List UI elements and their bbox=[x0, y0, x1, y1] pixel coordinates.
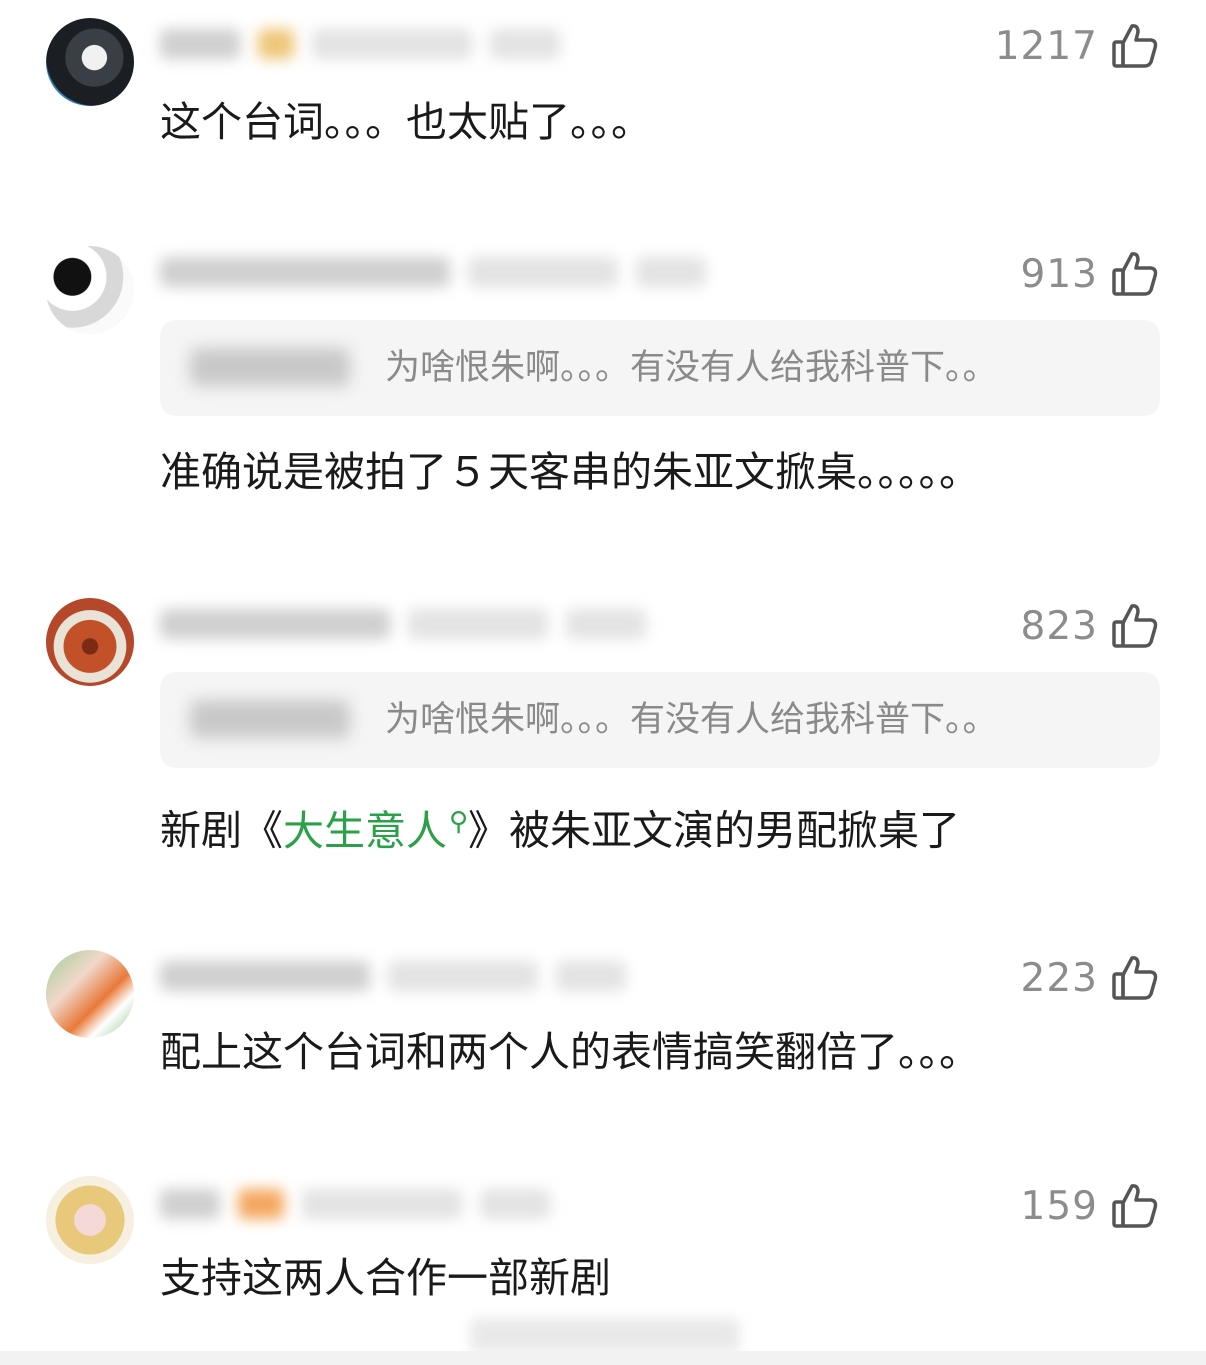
like-button[interactable]: 1217 bbox=[995, 16, 1160, 76]
username-blurred bbox=[160, 954, 626, 998]
comment-text-after: 》被朱亚文演的男配掀桌了 bbox=[468, 806, 961, 855]
quoted-text: 为啥恨朱啊。。。有没有人给我科普下。。 bbox=[385, 348, 998, 388]
avatar[interactable] bbox=[46, 246, 134, 334]
thumbs-up-icon bbox=[1112, 24, 1158, 68]
comment-text: 配上这个台词和两个人的表情搞笑翻倍了。。。 bbox=[160, 1028, 980, 1076]
thumbs-up-icon bbox=[1112, 604, 1158, 648]
avatar[interactable] bbox=[46, 18, 134, 106]
like-button[interactable]: 823 bbox=[1021, 596, 1160, 656]
like-button[interactable]: 223 bbox=[1021, 948, 1160, 1008]
like-count: 913 bbox=[1020, 251, 1098, 297]
comment-text: 新剧《大生意人⚲》被朱亚文演的男配掀桌了 bbox=[160, 792, 960, 861]
like-count: 159 bbox=[1020, 1183, 1098, 1229]
thumbs-up-icon bbox=[1112, 956, 1158, 1000]
avatar[interactable] bbox=[46, 1176, 134, 1264]
thumbs-up-icon bbox=[1112, 1184, 1158, 1228]
username-blurred bbox=[160, 602, 646, 646]
quoted-reply[interactable]: 为啥恨朱啊。。。有没有人给我科普下。。 bbox=[160, 320, 1160, 416]
avatar[interactable] bbox=[46, 598, 134, 686]
username-blurred bbox=[160, 22, 560, 66]
comment-text: 准确说是被拍了５天客串的朱亚文掀桌。。。。。 bbox=[160, 448, 980, 496]
comment-text: 这个台词。。。也太贴了。。。 bbox=[160, 98, 652, 146]
like-count: 1217 bbox=[994, 23, 1098, 69]
topic-link[interactable]: 大生意人⚲ bbox=[283, 807, 468, 855]
comment-text-before: 新剧《 bbox=[160, 806, 283, 855]
quoted-reply[interactable]: 为啥恨朱啊。。。有没有人给我科普下。。 bbox=[160, 672, 1160, 768]
quoted-username-blurred bbox=[190, 348, 350, 386]
username-blurred bbox=[160, 250, 706, 294]
quoted-username-blurred bbox=[190, 700, 350, 738]
topic-link-label: 大生意人 bbox=[283, 806, 447, 855]
avatar[interactable] bbox=[46, 950, 134, 1038]
thumbs-up-icon bbox=[1112, 252, 1158, 296]
like-button[interactable]: 913 bbox=[1021, 244, 1160, 304]
search-icon: ⚲ bbox=[449, 807, 469, 837]
like-count: 223 bbox=[1020, 955, 1098, 1001]
watermark-blurred bbox=[470, 1318, 740, 1352]
comment-text: 支持这两人合作一部新剧 bbox=[160, 1254, 611, 1302]
bottom-divider bbox=[0, 1351, 1206, 1365]
like-button[interactable]: 159 bbox=[1021, 1176, 1160, 1236]
username-blurred bbox=[160, 1182, 550, 1226]
quoted-text: 为啥恨朱啊。。。有没有人给我科普下。。 bbox=[385, 700, 998, 740]
like-count: 823 bbox=[1020, 603, 1098, 649]
